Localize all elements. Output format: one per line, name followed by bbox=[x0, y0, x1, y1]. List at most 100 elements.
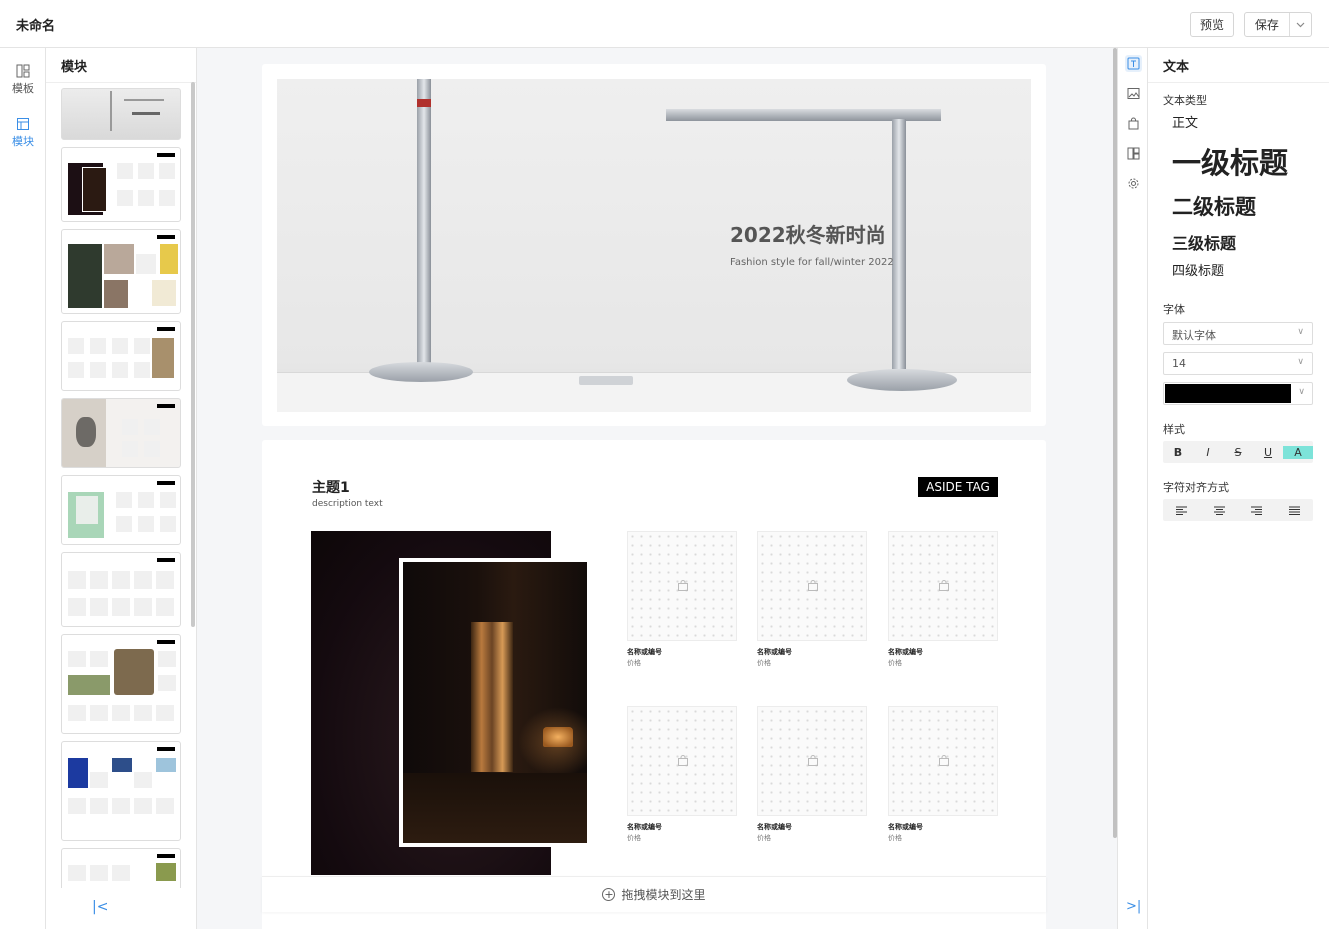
align-center-icon[interactable] bbox=[1201, 499, 1239, 521]
module-thumbnail[interactable] bbox=[61, 475, 181, 545]
section-front-photo[interactable] bbox=[399, 558, 591, 847]
underline-button[interactable]: U bbox=[1253, 441, 1283, 463]
bag-icon bbox=[678, 755, 688, 766]
product-name: 名称或编号 bbox=[757, 648, 792, 656]
color-picker[interactable]: ∨ bbox=[1163, 382, 1313, 405]
nav-item-module-label: 模块 bbox=[12, 135, 34, 148]
product-card[interactable]: 名称或编号 价格 bbox=[627, 531, 737, 668]
italic-button[interactable]: I bbox=[1193, 441, 1223, 463]
nav-item-template[interactable]: 模板 bbox=[0, 64, 46, 96]
align-justify-icon[interactable] bbox=[1276, 499, 1314, 521]
product-price: 价格 bbox=[627, 834, 641, 842]
bold-button[interactable]: B bbox=[1163, 441, 1193, 463]
module-thumbnail[interactable] bbox=[61, 321, 181, 391]
font-size-select[interactable]: 14 ∨ bbox=[1163, 352, 1313, 375]
hero-title[interactable]: 2022秋冬新时尚 bbox=[730, 219, 886, 248]
module-panel-scrollbar[interactable] bbox=[191, 82, 195, 627]
module-thumbnail[interactable] bbox=[61, 848, 181, 888]
save-dropdown-icon[interactable] bbox=[1290, 22, 1311, 28]
align-label: 字符对齐方式 bbox=[1163, 481, 1229, 494]
section-description[interactable]: description text bbox=[312, 499, 383, 509]
next-block[interactable] bbox=[262, 916, 1046, 929]
module-thumbnail[interactable] bbox=[61, 147, 181, 222]
text-type-body[interactable]: 正文 bbox=[1172, 112, 1198, 131]
nav-item-template-label: 模板 bbox=[12, 82, 34, 95]
style-label: 样式 bbox=[1163, 423, 1185, 436]
top-bar: 未命名 预览 保存 bbox=[0, 0, 1329, 48]
align-left-icon[interactable] bbox=[1163, 499, 1201, 521]
template-icon bbox=[16, 64, 30, 78]
align-toolbar bbox=[1163, 499, 1313, 521]
property-tabs: >| bbox=[1117, 48, 1148, 929]
save-button[interactable]: 保存 bbox=[1245, 13, 1290, 36]
highlight-button[interactable]: A bbox=[1283, 441, 1313, 463]
photo-floor bbox=[403, 773, 587, 843]
properties-panel: 文本 文本类型 正文 一级标题 二级标题 三级标题 四级标题 字体 默认字体 ∨… bbox=[1148, 48, 1329, 929]
module-thumbnail[interactable] bbox=[61, 229, 181, 314]
product-image-placeholder bbox=[888, 706, 998, 816]
bag-icon bbox=[939, 755, 949, 766]
product-name: 名称或编号 bbox=[757, 823, 792, 831]
phone-on-table bbox=[579, 376, 633, 385]
hero-image: 2022秋冬新时尚 Fashion style for fall/winter … bbox=[277, 79, 1031, 412]
product-name: 名称或编号 bbox=[627, 648, 662, 656]
document-title[interactable]: 未命名 bbox=[16, 15, 55, 34]
text-type-label: 文本类型 bbox=[1163, 94, 1207, 107]
product-image-placeholder bbox=[888, 531, 998, 641]
text-type-h2[interactable]: 二级标题 bbox=[1172, 191, 1256, 221]
aside-tag[interactable]: ASIDE TAG bbox=[918, 477, 998, 497]
module-thumbnail[interactable] bbox=[61, 552, 181, 627]
product-card[interactable]: 名称或编号 价格 bbox=[757, 531, 867, 668]
product-price: 价格 bbox=[757, 659, 771, 667]
layout-tab-icon[interactable] bbox=[1125, 145, 1142, 162]
product-section-block[interactable]: 主题1 description text ASIDE TAG 名称或编号 价格 … bbox=[262, 440, 1046, 929]
save-button-group: 保存 bbox=[1244, 12, 1312, 37]
drop-zone[interactable]: + 拖拽模块到这里 bbox=[262, 876, 1046, 912]
module-thumbnail[interactable] bbox=[61, 634, 181, 734]
font-label: 字体 bbox=[1163, 303, 1185, 316]
product-card[interactable]: 名称或编号 价格 bbox=[888, 531, 998, 668]
module-thumbnail[interactable] bbox=[61, 398, 181, 468]
strikethrough-button[interactable]: S bbox=[1223, 441, 1253, 463]
font-family-select[interactable]: 默认字体 ∨ bbox=[1163, 322, 1313, 345]
text-type-h1[interactable]: 一级标题 bbox=[1172, 140, 1288, 182]
font-family-value: 默认字体 bbox=[1172, 329, 1216, 342]
product-price: 价格 bbox=[888, 659, 902, 667]
bag-icon bbox=[808, 755, 818, 766]
bag-icon bbox=[808, 580, 818, 591]
text-type-h4[interactable]: 四级标题 bbox=[1172, 260, 1224, 279]
settings-gear-icon[interactable] bbox=[1125, 175, 1142, 192]
hero-block[interactable]: 2022秋冬新时尚 Fashion style for fall/winter … bbox=[262, 64, 1046, 426]
lamp-accent-left bbox=[417, 99, 431, 107]
product-name: 名称或编号 bbox=[627, 823, 662, 831]
photo-door bbox=[471, 622, 513, 772]
nav-item-module[interactable]: 模块 bbox=[0, 117, 46, 149]
align-right-icon[interactable] bbox=[1238, 499, 1276, 521]
collapse-right-icon[interactable]: >| bbox=[1126, 899, 1141, 914]
bag-icon bbox=[678, 580, 688, 591]
module-panel-title: 模块 bbox=[46, 48, 196, 83]
preview-button[interactable]: 预览 bbox=[1190, 12, 1234, 37]
collapse-left-icon[interactable]: |< bbox=[92, 899, 108, 915]
text-tab-icon[interactable] bbox=[1125, 55, 1142, 72]
chevron-down-icon: ∨ bbox=[1297, 327, 1304, 337]
text-type-h3[interactable]: 三级标题 bbox=[1172, 230, 1236, 254]
module-panel: 模块 |< bbox=[46, 48, 197, 929]
drop-zone-label: 拖拽模块到这里 bbox=[621, 888, 706, 902]
product-card[interactable]: 名称或编号 价格 bbox=[888, 706, 998, 843]
module-thumbnail-list bbox=[61, 88, 181, 888]
bag-tab-icon[interactable] bbox=[1125, 115, 1142, 132]
hero-subtitle[interactable]: Fashion style for fall/winter 2022 bbox=[730, 257, 894, 268]
left-nav: 模板 模块 bbox=[0, 48, 46, 929]
product-card[interactable]: 名称或编号 价格 bbox=[627, 706, 737, 843]
chevron-down-icon: ∨ bbox=[1297, 357, 1304, 367]
module-thumbnail[interactable] bbox=[61, 741, 181, 841]
module-thumbnail[interactable] bbox=[61, 88, 181, 140]
properties-title: 文本 bbox=[1148, 48, 1329, 83]
product-card[interactable]: 名称或编号 价格 bbox=[757, 706, 867, 843]
product-name: 名称或编号 bbox=[888, 823, 923, 831]
image-tab-icon[interactable] bbox=[1125, 85, 1142, 102]
font-size-value: 14 bbox=[1172, 357, 1186, 370]
product-image-placeholder bbox=[757, 706, 867, 816]
section-title[interactable]: 主题1 bbox=[312, 477, 350, 497]
